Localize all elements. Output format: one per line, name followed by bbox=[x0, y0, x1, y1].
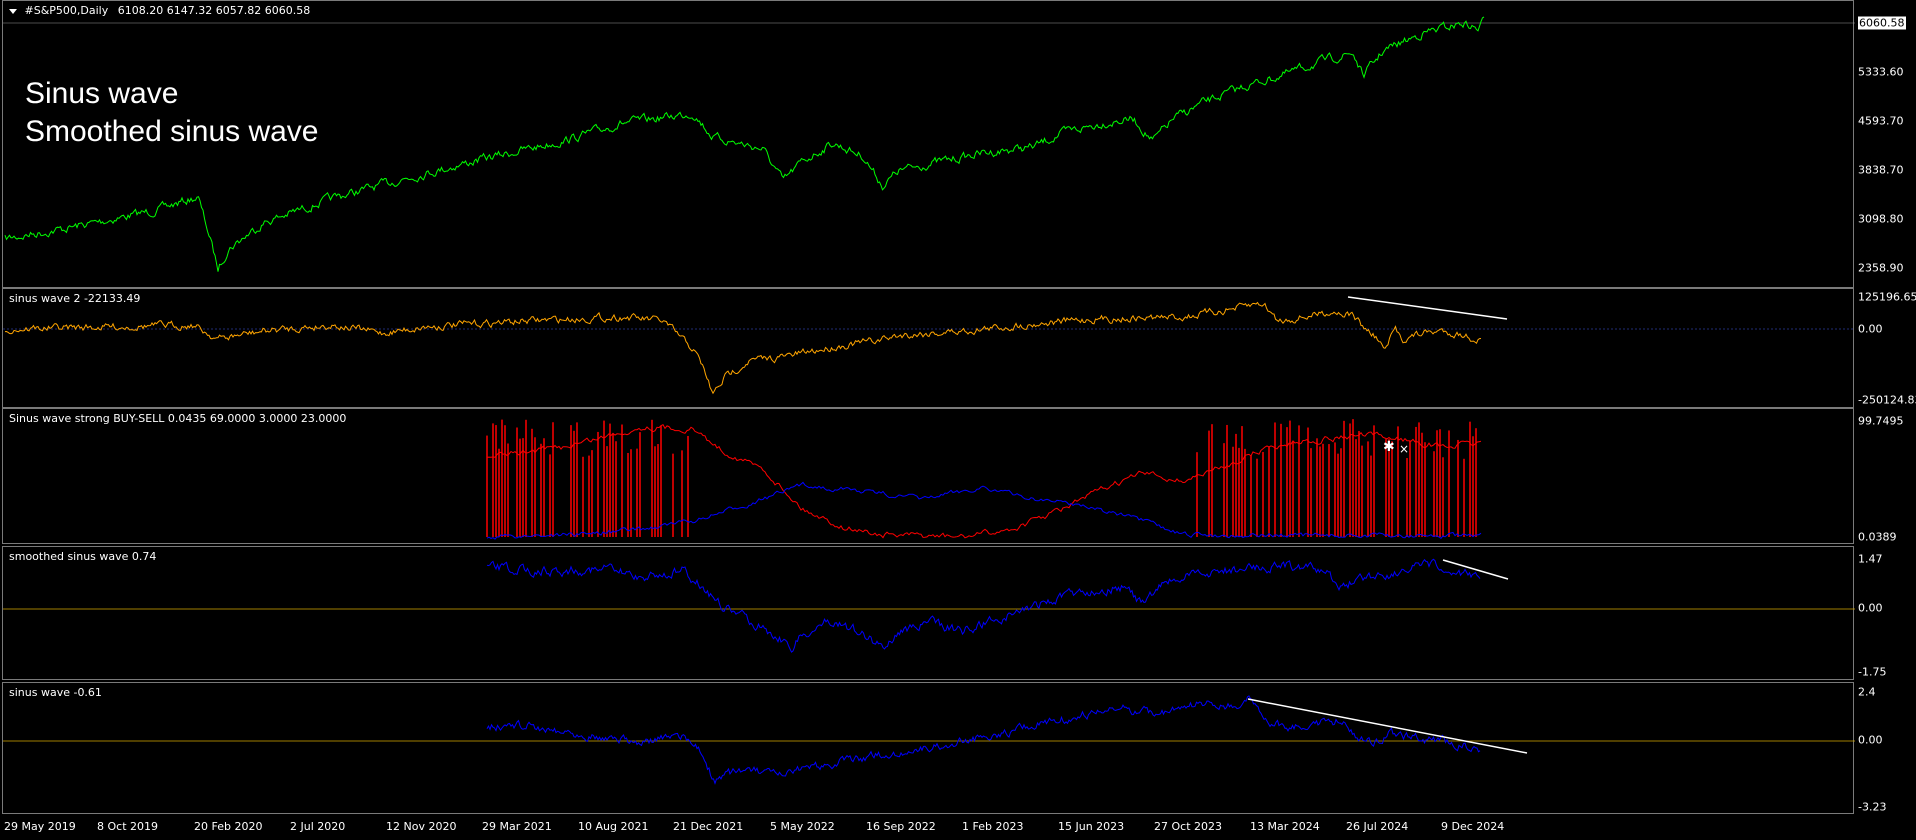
price-plot-area[interactable]: #S&P500,Daily 6108.20 6147.32 6057.82 60… bbox=[2, 0, 1855, 288]
ohlc-values: 6108.20 6147.32 6057.82 6060.58 bbox=[117, 4, 311, 17]
current-price-tag: 6060.58 bbox=[1858, 16, 1906, 30]
x-tick: 29 Mar 2021 bbox=[482, 820, 552, 833]
symbol-label: #S&P500,Daily bbox=[24, 4, 109, 17]
y-tick: 1.47 bbox=[1858, 552, 1883, 566]
smoothed-sinus-wave-plot[interactable]: smoothed sinus wave 0.74 bbox=[2, 546, 1855, 680]
smoothed-sinus-wave-label: smoothed sinus wave 0.74 bbox=[9, 550, 157, 563]
y-tick: 2.4 bbox=[1858, 685, 1876, 699]
buy-sell-pane[interactable]: ✱ × Sinus wave strong BUY-SELL 0.0435 69.… bbox=[0, 408, 1916, 544]
sinus-wave-2-chart bbox=[3, 296, 1855, 395]
symbol-header: #S&P500,Daily 6108.20 6147.32 6057.82 60… bbox=[9, 4, 310, 17]
smoothed-sinus-wave-pane[interactable]: smoothed sinus wave 0.74 1.47 0.00 -1.75 bbox=[0, 546, 1916, 680]
sinus-wave-y-axis[interactable]: 2.4 0.00 -3.23 bbox=[1856, 682, 1916, 814]
sinus-wave-label: sinus wave -0.61 bbox=[9, 686, 102, 699]
x-tick: 8 Oct 2019 bbox=[97, 820, 159, 833]
buy-sell-label: Sinus wave strong BUY-SELL 0.0435 69.000… bbox=[9, 412, 347, 425]
y-tick: 4593.70 bbox=[1858, 114, 1904, 128]
x-tick: 26 Jul 2024 bbox=[1346, 820, 1409, 833]
sell-marker-icon: × bbox=[1399, 442, 1409, 456]
y-tick: 0.00 bbox=[1858, 322, 1883, 336]
price-pane[interactable]: #S&P500,Daily 6108.20 6147.32 6057.82 60… bbox=[0, 0, 1916, 288]
x-tick: 5 May 2022 bbox=[770, 820, 835, 833]
buy-sell-chart: ✱ × bbox=[486, 419, 1482, 540]
x-tick: 1 Feb 2023 bbox=[962, 820, 1024, 833]
x-tick: 9 Dec 2024 bbox=[1441, 820, 1505, 833]
x-tick: 13 Mar 2024 bbox=[1250, 820, 1320, 833]
red-series-line bbox=[486, 424, 1482, 539]
sinus-wave-plot[interactable]: sinus wave -0.61 bbox=[2, 682, 1855, 814]
smoothed-sinus-wave-chart bbox=[3, 558, 1855, 653]
y-tick: -3.23 bbox=[1858, 800, 1887, 814]
x-tick: 21 Dec 2021 bbox=[673, 820, 744, 833]
x-tick: 10 Aug 2021 bbox=[578, 820, 649, 833]
y-tick: 5333.60 bbox=[1858, 65, 1904, 79]
x-tick: 29 May 2019 bbox=[4, 820, 76, 833]
sinus-wave-2-y-axis[interactable]: 125196.65 0.00 -250124.83 bbox=[1856, 288, 1916, 408]
x-tick: 20 Feb 2020 bbox=[194, 820, 263, 833]
y-tick: 0.00 bbox=[1858, 601, 1883, 615]
y-tick: 3838.70 bbox=[1858, 163, 1904, 177]
y-tick: -250124.83 bbox=[1858, 393, 1916, 407]
sinus-wave-pane[interactable]: sinus wave -0.61 2.4 0.00 -3.23 bbox=[0, 682, 1916, 814]
y-tick: 0.00 bbox=[1858, 733, 1883, 747]
y-tick: 125196.65 bbox=[1858, 290, 1916, 304]
sinus-wave-2-series-line bbox=[4, 301, 1482, 395]
y-tick: 99.7495 bbox=[1858, 414, 1904, 428]
x-tick: 15 Jun 2023 bbox=[1058, 820, 1125, 833]
sinus-wave-2-pane[interactable]: sinus wave 2 -22133.49 125196.65 0.00 -2… bbox=[0, 288, 1916, 408]
sell-marker-icon: ✱ bbox=[1383, 439, 1395, 455]
trend-line bbox=[1347, 296, 1508, 320]
trend-line bbox=[1247, 698, 1528, 754]
overlay-title-line2: Smoothed sinus wave bbox=[25, 115, 319, 148]
x-tick: 16 Sep 2022 bbox=[866, 820, 936, 833]
x-tick: 2 Jul 2020 bbox=[290, 820, 346, 833]
sinus-wave-series-line bbox=[486, 695, 1481, 785]
price-y-axis[interactable]: 6060.58 5333.60 4593.70 3838.70 3098.80 … bbox=[1856, 0, 1916, 288]
sinus-wave-chart bbox=[3, 695, 1855, 785]
buy-sell-y-axis[interactable]: 99.7495 0.0389 bbox=[1856, 408, 1916, 544]
dropdown-arrow-icon[interactable] bbox=[9, 8, 17, 14]
smoothed-sinus-wave-y-axis[interactable]: 1.47 0.00 -1.75 bbox=[1856, 546, 1916, 680]
y-tick: 3098.80 bbox=[1858, 212, 1904, 226]
smoothed-sinus-series-line bbox=[486, 558, 1481, 653]
trend-line bbox=[1442, 559, 1509, 580]
sinus-wave-2-plot[interactable]: sinus wave 2 -22133.49 bbox=[2, 288, 1855, 408]
time-axis[interactable]: 29 May 2019 8 Oct 2019 20 Feb 2020 2 Jul… bbox=[0, 814, 1916, 840]
y-tick: -1.75 bbox=[1858, 665, 1887, 679]
x-tick: 27 Oct 2023 bbox=[1154, 820, 1223, 833]
buy-sell-plot[interactable]: ✱ × Sinus wave strong BUY-SELL 0.0435 69.… bbox=[2, 408, 1854, 544]
x-tick: 12 Nov 2020 bbox=[386, 820, 457, 833]
overlay-title-line1: Sinus wave bbox=[25, 77, 179, 110]
y-tick: 2358.90 bbox=[1858, 261, 1904, 275]
y-tick: 0.0389 bbox=[1858, 530, 1897, 544]
sinus-wave-2-label: sinus wave 2 -22133.49 bbox=[9, 292, 141, 305]
